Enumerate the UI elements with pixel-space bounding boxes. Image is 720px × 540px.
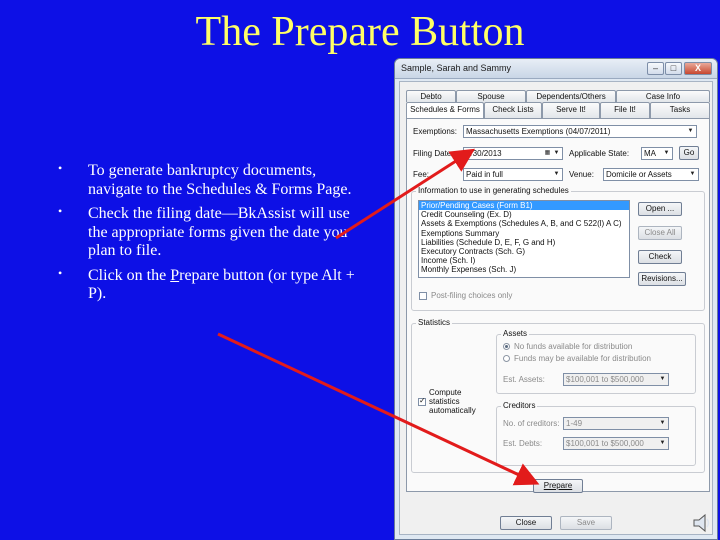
window-client: Debto Spouse Dependents/Others Case Info… xyxy=(399,81,713,535)
close-button[interactable]: Close xyxy=(500,516,552,530)
no-funds-radio[interactable] xyxy=(503,343,510,350)
close-all-button[interactable]: Close All xyxy=(638,226,682,240)
tab-row-bottom: Schedules & Forms Check Lists Serve It! … xyxy=(406,102,710,118)
minimize-icon[interactable]: – xyxy=(647,62,664,75)
bullet-icon: • xyxy=(58,265,63,280)
dropdown-arrow-icon: ▼ xyxy=(663,150,670,156)
slide-title: The Prepare Button xyxy=(195,9,525,55)
venue-label: Venue: xyxy=(569,170,594,179)
bullet-item: • Click on the Prepare button (or type A… xyxy=(58,265,358,304)
dropdown-arrow-icon: ▼ xyxy=(659,420,666,426)
prepare-button-label: Prepare xyxy=(543,481,573,490)
speaker-icon[interactable] xyxy=(692,512,712,534)
compute-statistics-checkbox[interactable] xyxy=(418,396,426,406)
tab-check-lists[interactable]: Check Lists xyxy=(484,102,542,118)
est-debts-select[interactable]: $100,001 to $500,000 ▼ xyxy=(563,437,669,450)
list-item[interactable]: Exemptions Summary xyxy=(419,229,629,238)
assets-group: Assets No funds available for distributi… xyxy=(496,329,696,394)
compute-statistics-label: Compute statistics automatically xyxy=(429,388,476,415)
fee-label: Fee: xyxy=(413,170,430,179)
fee-select[interactable]: Paid in full ▼ xyxy=(463,168,563,181)
funds-available-label: Funds may be available for distribution xyxy=(514,354,651,363)
revisions-button[interactable]: Revisions... xyxy=(638,272,686,286)
creditors-group: Creditors No. of creditors: 1-49 ▼ Est. … xyxy=(496,401,696,466)
tab-debtor[interactable]: Debto xyxy=(406,90,456,102)
dropdown-arrow-icon: ▼ xyxy=(659,376,666,382)
list-item[interactable]: Monthly Expenses (Sch. J) xyxy=(419,265,629,274)
bullet-item: • Check the filing date—BkAssist will us… xyxy=(58,204,358,261)
applicable-state-label: Applicable State: xyxy=(569,149,630,158)
bullet-text-part: Click on the xyxy=(88,266,171,284)
dropdown-arrow-icon: ▼ xyxy=(687,128,694,134)
prepare-button[interactable]: Prepare xyxy=(533,479,583,493)
case-window: Sample, Sarah and Sammy – □ X Debto Spou… xyxy=(394,58,718,540)
filing-date-label: Filing Date: xyxy=(413,149,454,158)
exemptions-label: Exemptions: xyxy=(413,127,458,136)
exemptions-select[interactable]: Massachusetts Exemptions (04/07/2011) ▼ xyxy=(463,125,697,138)
applicable-state-value: MA xyxy=(644,149,656,158)
bullet-icon: • xyxy=(58,161,63,175)
maximize-icon[interactable]: □ xyxy=(665,62,682,75)
dropdown-arrow-icon: ▼ xyxy=(553,171,560,177)
list-item[interactable]: Prior/Pending Cases (Form B1) xyxy=(419,201,629,211)
schedules-forms-panel: Exemptions: Massachusetts Exemptions (04… xyxy=(406,118,710,493)
filing-date-field[interactable]: 5/30/2013 ▦ ▼ xyxy=(463,147,563,160)
list-item[interactable]: Credit Counseling (Ex. D) xyxy=(419,210,629,219)
dropdown-arrow-icon: ▼ xyxy=(659,440,666,446)
tab-tasks[interactable]: Tasks xyxy=(650,102,710,118)
est-assets-select[interactable]: $100,001 to $500,000 ▼ xyxy=(563,373,669,386)
est-debts-value: $100,001 to $500,000 xyxy=(566,439,644,448)
bullet-text: Check the filing date—BkAssist will use … xyxy=(88,205,350,260)
assets-title: Assets xyxy=(501,329,530,338)
open-button[interactable]: Open ... xyxy=(638,202,682,216)
list-item[interactable]: Executory Contracts (Sch. G) xyxy=(419,247,629,256)
applicable-state-select[interactable]: MA ▼ xyxy=(641,147,673,160)
bullet-text: Click on the Prepare button (or type Alt… xyxy=(88,267,355,303)
est-assets-value: $100,001 to $500,000 xyxy=(566,375,644,384)
est-assets-label: Est. Assets: xyxy=(503,375,545,384)
bullet-icon: • xyxy=(58,204,63,219)
no-funds-label: No funds available for distribution xyxy=(514,342,633,351)
schedule-info-title: Information to use in generating schedul… xyxy=(416,186,571,195)
tab-file-it[interactable]: File It! xyxy=(600,102,650,118)
statistics-title: Statistics xyxy=(416,318,453,327)
exemptions-value: Massachusetts Exemptions (04/07/2011) xyxy=(466,127,611,136)
num-creditors-select[interactable]: 1-49 ▼ xyxy=(563,417,669,430)
list-item[interactable]: Liabilities (Schedule D, E, F, G and H) xyxy=(419,238,629,247)
dropdown-arrow-icon: ▼ xyxy=(689,171,696,177)
bullet-item: • To generate bankruptcy documents, navi… xyxy=(58,161,358,199)
save-button[interactable]: Save xyxy=(560,516,612,530)
schedule-info-list[interactable]: Prior/Pending Cases (Form B1) Credit Cou… xyxy=(418,200,630,278)
list-item[interactable]: Income (Sch. I) xyxy=(419,256,629,265)
close-icon[interactable]: X xyxy=(684,62,712,75)
creditors-title: Creditors xyxy=(501,401,538,410)
bullet-text-accel: P xyxy=(170,266,180,284)
tab-serve-it[interactable]: Serve It! xyxy=(542,102,600,118)
window-title: Sample, Sarah and Sammy xyxy=(401,63,512,73)
bullet-list: • To generate bankruptcy documents, navi… xyxy=(58,161,358,310)
bullet-text: To generate bankruptcy documents, naviga… xyxy=(88,162,352,198)
window-titlebar[interactable]: Sample, Sarah and Sammy – □ X xyxy=(395,59,717,79)
funds-available-radio[interactable] xyxy=(503,355,510,362)
num-creditors-value: 1-49 xyxy=(566,419,583,428)
fee-value: Paid in full xyxy=(466,170,503,179)
venue-select[interactable]: Domicile or Assets ▼ xyxy=(603,168,699,181)
schedule-info-group: Information to use in generating schedul… xyxy=(411,186,705,311)
post-filing-checkbox[interactable] xyxy=(419,292,427,300)
tab-spouse[interactable]: Spouse xyxy=(456,90,526,102)
venue-value: Domicile or Assets xyxy=(606,170,672,179)
est-debts-label: Est. Debts: xyxy=(503,439,543,448)
tab-dependents[interactable]: Dependents/Others xyxy=(526,90,616,102)
go-button[interactable]: Go xyxy=(679,146,699,160)
statistics-group: Statistics Compute statistics automatica… xyxy=(411,318,705,473)
filing-date-value: 5/30/2013 xyxy=(466,149,502,158)
tab-schedules-forms[interactable]: Schedules & Forms xyxy=(406,102,484,118)
list-item[interactable]: Assets & Exemptions (Schedules A, B, and… xyxy=(419,219,629,228)
dropdown-arrow-icon[interactable]: ▼ xyxy=(551,148,562,159)
check-button[interactable]: Check xyxy=(638,250,682,264)
num-creditors-label: No. of creditors: xyxy=(503,419,560,428)
post-filing-label: Post-filing choices only xyxy=(431,291,513,300)
tab-case-info[interactable]: Case Info xyxy=(616,90,710,102)
tab-row-top: Debto Spouse Dependents/Others Case Info xyxy=(406,90,710,102)
